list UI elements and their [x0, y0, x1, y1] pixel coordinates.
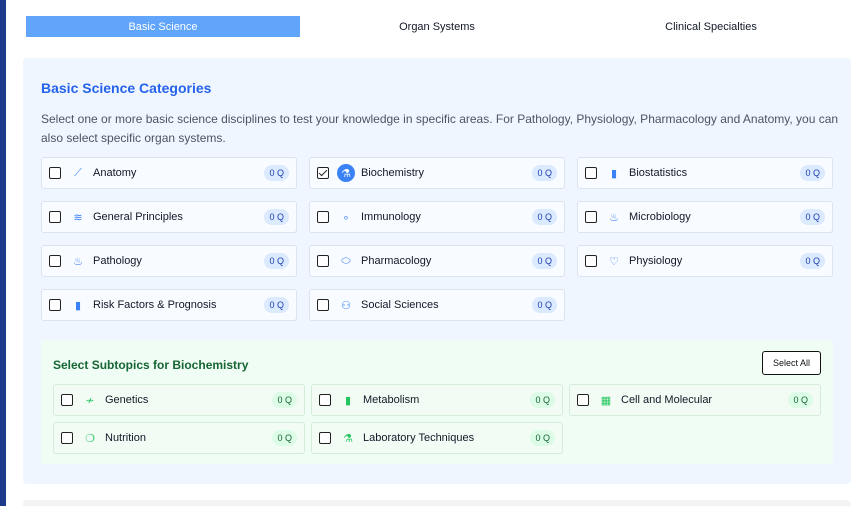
category-biostatistics[interactable]: ▮ Biostatistics 0 Q	[577, 157, 833, 189]
subtopic-label: Cell and Molecular	[621, 394, 713, 406]
apple-icon: ❍	[85, 432, 95, 445]
checkbox[interactable]	[319, 394, 331, 406]
cells-icon: ∘	[342, 211, 350, 224]
subtopic-label: Genetics	[105, 394, 149, 406]
category-social-sciences[interactable]: ⚇ Social Sciences 0 Q	[309, 289, 565, 321]
subtopic-label: Metabolism	[363, 394, 420, 406]
question-count-badge: 0 Q	[264, 297, 289, 313]
panel-description: Select one or more basic science discipl…	[41, 112, 839, 145]
layers-icon: ≋	[73, 211, 83, 224]
checkbox[interactable]	[577, 394, 589, 406]
checkbox[interactable]	[49, 255, 61, 267]
select-all-button[interactable]: Select All	[762, 351, 821, 375]
category-label: General Principles	[93, 211, 183, 223]
question-count-badge: 0 Q	[800, 209, 825, 225]
question-count-badge: 0 Q	[800, 165, 825, 181]
subtopic-label: Nutrition	[105, 432, 146, 444]
bar-chart-icon: ▮	[344, 394, 352, 407]
category-label: Pharmacology	[361, 255, 432, 267]
category-biochemistry[interactable]: ⚗ Biochemistry 0 Q	[309, 157, 565, 189]
beaker-icon: ⚗	[343, 432, 353, 445]
category-label: Risk Factors & Prognosis	[93, 299, 217, 311]
checkbox[interactable]	[317, 211, 329, 223]
subtopic-cell-and-molecular[interactable]: ▦ Cell and Molecular 0 Q	[569, 384, 821, 416]
category-microbiology[interactable]: ♨ Microbiology 0 Q	[577, 201, 833, 233]
checkbox[interactable]	[49, 167, 61, 179]
pill-icon: ⬭	[341, 254, 351, 267]
checkbox[interactable]	[585, 211, 597, 223]
question-count-badge: 0 Q	[264, 253, 289, 269]
category-pathology[interactable]: ♨ Pathology 0 Q	[41, 245, 297, 277]
category-anatomy[interactable]: ⟋ Anatomy 0 Q	[41, 157, 297, 189]
checkbox[interactable]	[49, 299, 61, 311]
microscope-icon: ♨	[73, 255, 83, 268]
heart-icon: ♡	[609, 255, 619, 268]
question-count-badge: 0 Q	[532, 209, 557, 225]
subtopics-panel: Select Subtopics for Biochemistry Select…	[41, 340, 833, 464]
checkbox[interactable]	[49, 211, 61, 223]
subtopic-nutrition[interactable]: ❍ Nutrition 0 Q	[53, 422, 305, 454]
category-label: Microbiology	[629, 211, 691, 223]
panel-title: Basic Science Categories	[41, 80, 212, 96]
checkbox[interactable]	[61, 394, 73, 406]
checkbox[interactable]	[319, 432, 331, 444]
category-risk-factors-prognosis[interactable]: ▮ Risk Factors & Prognosis 0 Q	[41, 289, 297, 321]
question-count-badge: 0 Q	[272, 392, 297, 408]
category-immunology[interactable]: ∘ Immunology 0 Q	[309, 201, 565, 233]
next-section-panel	[23, 500, 851, 506]
category-label: Immunology	[361, 211, 421, 223]
category-label: Biochemistry	[361, 167, 424, 179]
question-count-badge: 0 Q	[532, 297, 557, 313]
question-count-badge: 0 Q	[530, 430, 555, 446]
category-physiology[interactable]: ♡ Physiology 0 Q	[577, 245, 833, 277]
bone-icon: ⟋	[74, 166, 82, 179]
question-count-badge: 0 Q	[530, 392, 555, 408]
subtopics-title: Select Subtopics for Biochemistry	[53, 358, 249, 372]
category-label: Pathology	[93, 255, 142, 267]
checkbox[interactable]	[317, 255, 329, 267]
category-label: Social Sciences	[361, 299, 439, 311]
question-count-badge: 0 Q	[264, 165, 289, 181]
category-pharmacology[interactable]: ⬭ Pharmacology 0 Q	[309, 245, 565, 277]
subtopic-label: Laboratory Techniques	[363, 432, 475, 444]
question-count-badge: 0 Q	[272, 430, 297, 446]
checkbox[interactable]	[585, 167, 597, 179]
question-count-badge: 0 Q	[800, 253, 825, 269]
basic-science-panel: Basic Science Categories Select one or m…	[23, 58, 851, 484]
tab-clinical-specialties[interactable]: Clinical Specialties	[574, 16, 848, 37]
subtopic-genetics[interactable]: ≁ Genetics 0 Q	[53, 384, 305, 416]
window-left-edge	[0, 0, 6, 506]
bar-chart-icon: ▮	[74, 299, 82, 312]
tab-organ-systems[interactable]: Organ Systems	[300, 16, 574, 37]
tab-basic-science[interactable]: Basic Science	[26, 16, 300, 37]
category-general-principles[interactable]: ≋ General Principles 0 Q	[41, 201, 297, 233]
microscope-icon: ♨	[609, 211, 619, 224]
question-count-badge: 0 Q	[264, 209, 289, 225]
people-icon: ⚇	[341, 299, 351, 312]
grid-icon: ▦	[600, 394, 612, 407]
category-tabs: Basic Science Organ Systems Clinical Spe…	[26, 16, 848, 37]
category-label: Biostatistics	[629, 167, 688, 179]
question-count-badge: 0 Q	[532, 253, 557, 269]
bar-chart-icon: ▮	[610, 167, 618, 180]
checkbox[interactable]	[317, 299, 329, 311]
dna-icon: ≁	[85, 394, 95, 407]
flask-icon: ⚗	[337, 164, 355, 182]
question-count-badge: 0 Q	[532, 165, 557, 181]
question-count-badge: 0 Q	[788, 392, 813, 408]
checkbox[interactable]	[61, 432, 73, 444]
checkbox[interactable]	[317, 167, 329, 179]
checkbox[interactable]	[585, 255, 597, 267]
category-label: Anatomy	[93, 167, 137, 179]
category-label: Physiology	[629, 255, 683, 267]
subtopic-laboratory-techniques[interactable]: ⚗ Laboratory Techniques 0 Q	[311, 422, 563, 454]
subtopic-metabolism[interactable]: ▮ Metabolism 0 Q	[311, 384, 563, 416]
